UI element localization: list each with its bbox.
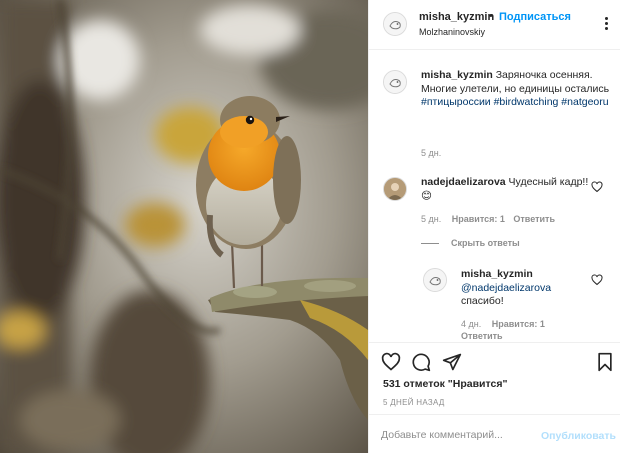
- robin-photo-image: [0, 0, 368, 453]
- reply-username[interactable]: misha_kyzmin: [461, 268, 533, 280]
- post-header: misha_kyzmin • Подписаться Molzhaninovsk…: [369, 0, 620, 50]
- post-side-panel: misha_kyzmin • Подписаться Molzhaninovsk…: [368, 0, 620, 453]
- comment-time[interactable]: 5 дн.: [421, 214, 441, 224]
- avatar-bird-icon: [384, 71, 406, 93]
- reply-meta: 4 дн. Нравится: 1: [461, 319, 545, 329]
- comment-meta: 5 дн. Нравится: 1 Ответить: [421, 214, 555, 224]
- comment-likes[interactable]: Нравится: 1: [452, 214, 505, 224]
- reply-like-heart-icon[interactable]: [591, 274, 603, 286]
- caption: misha_kyzmin Заряночка осенняя. Многие у…: [421, 69, 613, 110]
- location-link[interactable]: Molzhaninovskiy: [419, 27, 485, 37]
- comment-like-heart-icon[interactable]: [591, 181, 603, 193]
- avatar[interactable]: [383, 177, 407, 201]
- caption-time[interactable]: 5 дн.: [421, 148, 441, 158]
- avatar-bird-icon: [424, 269, 446, 291]
- post-photo[interactable]: [0, 0, 368, 453]
- share-icon[interactable]: [442, 352, 462, 372]
- follow-button[interactable]: Подписаться: [499, 11, 571, 23]
- add-comment-bar: Опубликовать: [369, 414, 620, 453]
- likes-count[interactable]: 531 отметок "Нравится": [383, 378, 507, 390]
- reply-time[interactable]: 4 дн.: [461, 319, 481, 329]
- comment-icon[interactable]: [411, 352, 431, 372]
- post-actions: 531 отметок "Нравится" 5 ДНЕЙ НАЗАД: [369, 342, 620, 414]
- caption-username[interactable]: misha_kyzmin: [421, 69, 493, 81]
- reply-likes[interactable]: Нравится: 1: [492, 319, 545, 329]
- header-username[interactable]: misha_kyzmin: [419, 11, 494, 23]
- caption-hashtags[interactable]: #птицыроссии #birdwatching #natgeoru: [421, 96, 609, 108]
- avatar-bird-icon: [384, 13, 406, 35]
- comments-list[interactable]: misha_kyzmin Заряночка осенняя. Многие у…: [369, 51, 620, 342]
- ellipsis-icon[interactable]: [600, 14, 614, 32]
- comment-username[interactable]: nadejdaelizarova: [421, 176, 506, 188]
- publish-button[interactable]: Опубликовать: [541, 430, 616, 442]
- reply-comment: misha_kyzmin @nadejdaelizarova спасибо!: [461, 268, 591, 309]
- avatar-photo: [384, 178, 406, 200]
- bookmark-icon[interactable]: [595, 352, 615, 372]
- reply-mention[interactable]: @nadejdaelizarova: [461, 282, 551, 294]
- reply-text: спасибо!: [461, 295, 504, 307]
- divider: [421, 243, 439, 244]
- avatar[interactable]: [383, 12, 407, 36]
- avatar[interactable]: [423, 268, 447, 292]
- separator-dot: •: [489, 10, 493, 22]
- comment-input[interactable]: [381, 426, 531, 444]
- comment-reply-button[interactable]: Ответить: [513, 214, 555, 224]
- reply-reply-button[interactable]: Ответить: [461, 331, 503, 341]
- post-date[interactable]: 5 ДНЕЙ НАЗАД: [383, 398, 445, 407]
- hide-replies-button[interactable]: Скрыть ответы: [451, 238, 520, 248]
- avatar[interactable]: [383, 70, 407, 94]
- comment: nadejdaelizarova Чудесный кадр!! 😊: [421, 176, 591, 203]
- heart-icon[interactable]: [381, 352, 401, 372]
